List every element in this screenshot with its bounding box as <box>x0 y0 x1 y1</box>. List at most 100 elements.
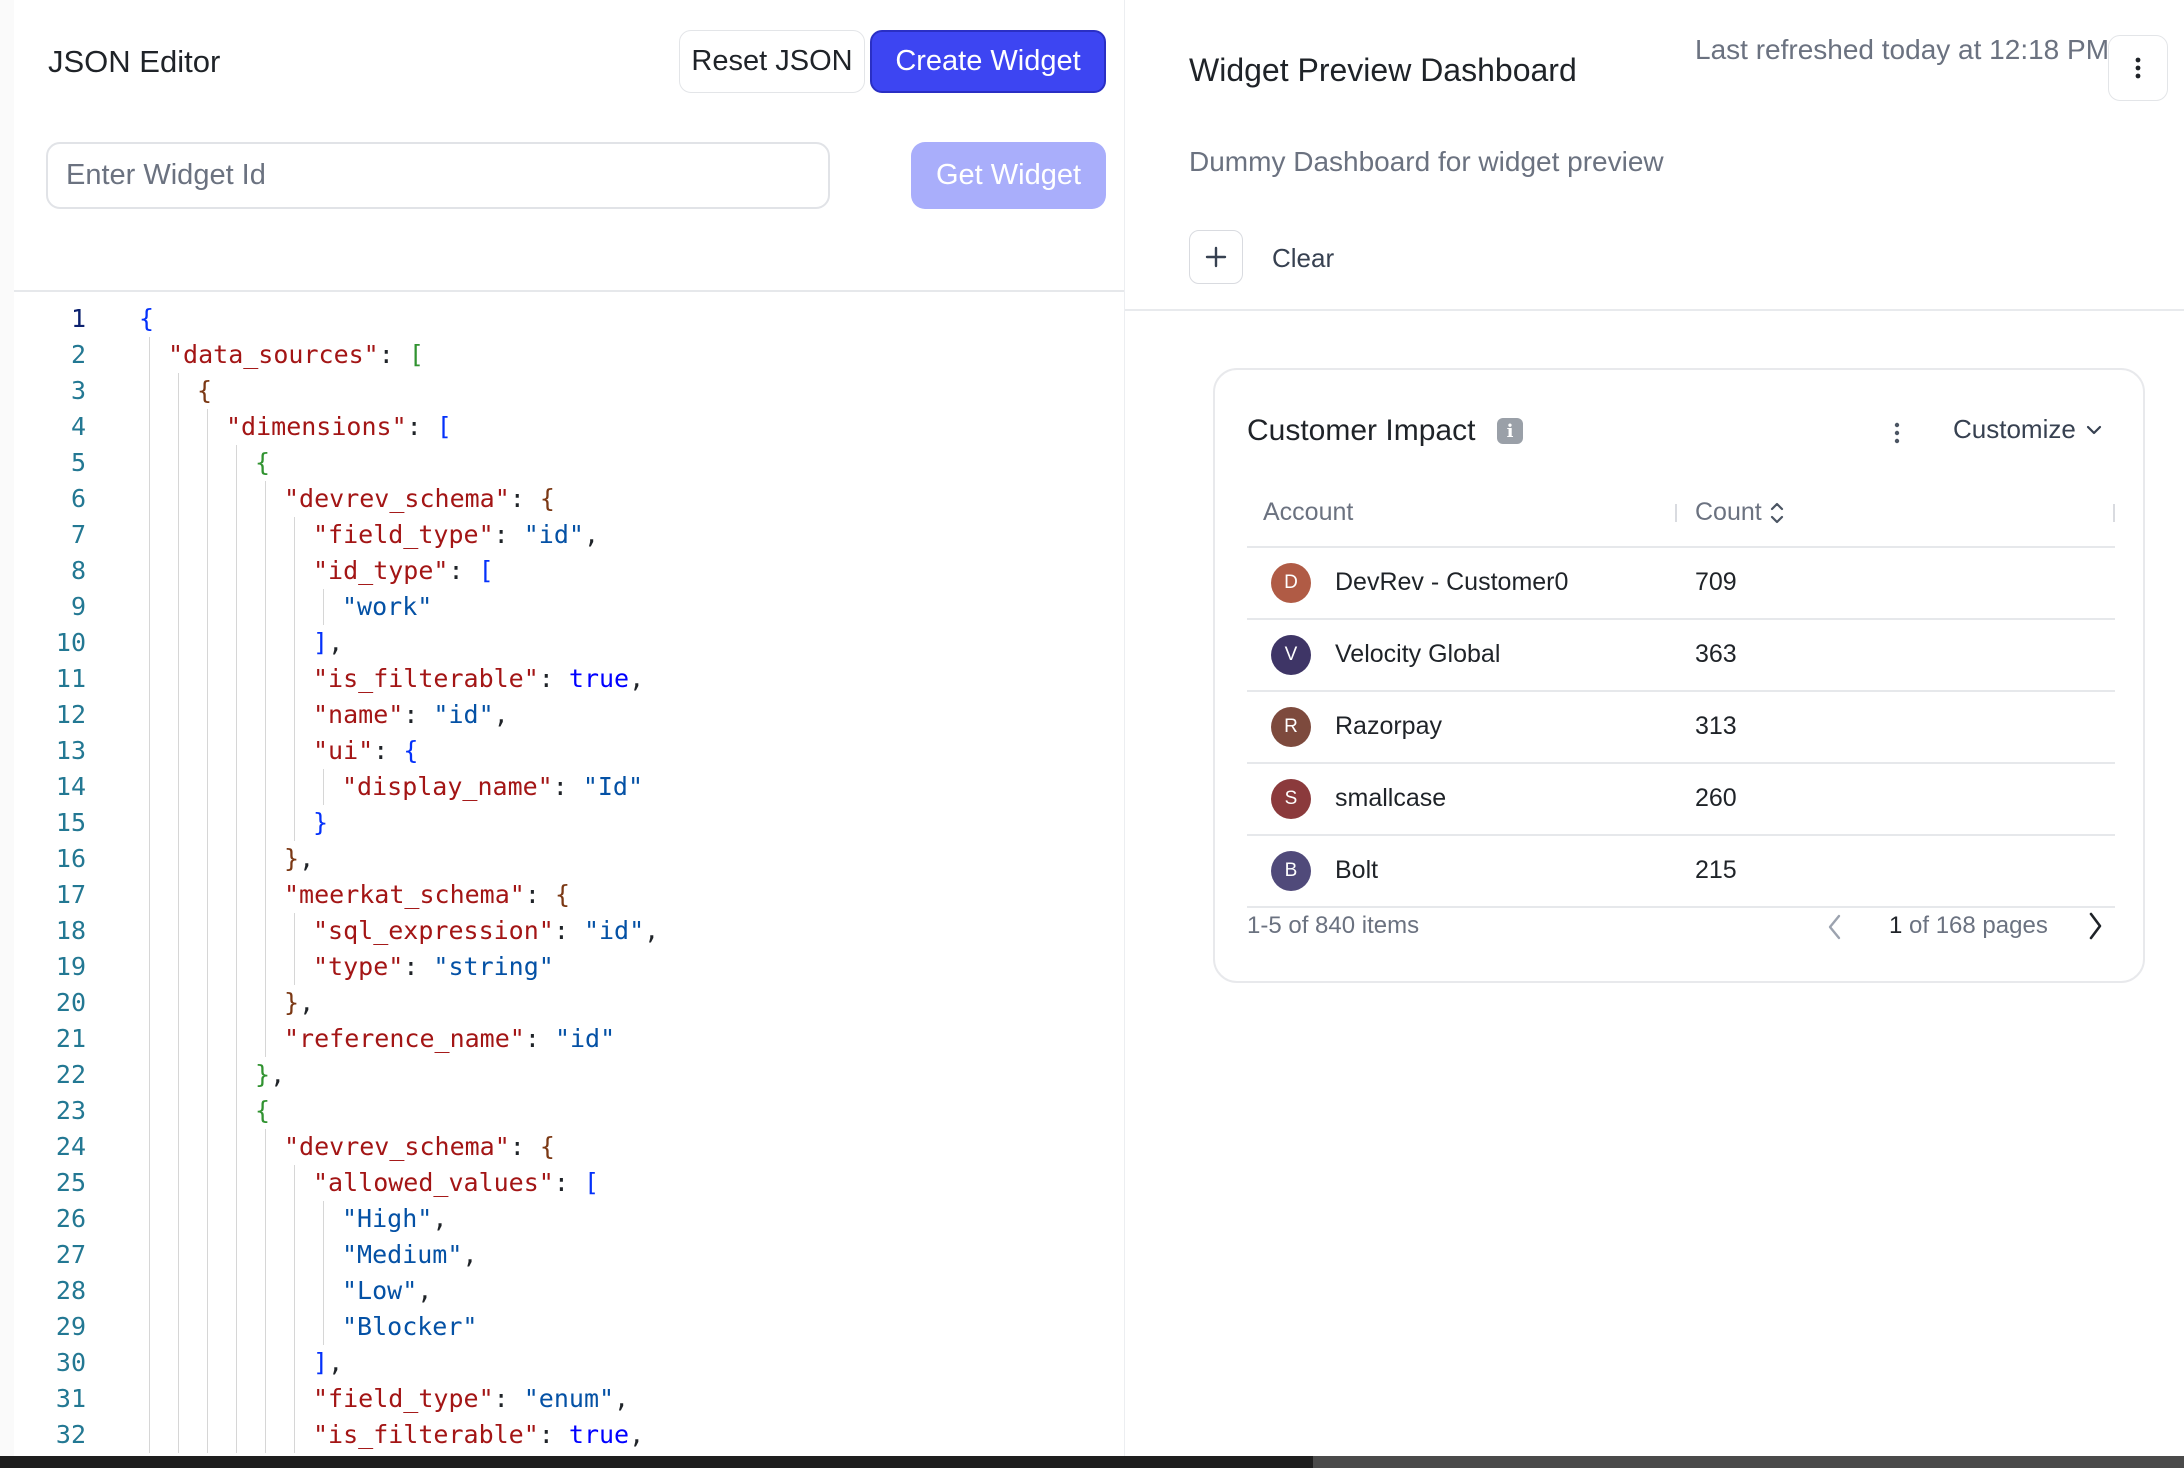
column-header-count[interactable]: Count <box>1695 480 1762 544</box>
code-line[interactable]: 6 "devrev_schema": { <box>14 481 1124 517</box>
code-line[interactable]: 20}, <box>14 985 1124 1021</box>
table-row[interactable]: R Razorpay 313 <box>1247 690 2115 764</box>
indent-guide <box>178 445 179 481</box>
code-line[interactable]: 30], <box>14 1345 1124 1381</box>
code-text: "High", <box>342 1201 447 1237</box>
code-token: [ <box>583 1168 599 1197</box>
indent-guide <box>207 1417 208 1453</box>
code-line[interactable]: 12 "name": "id", <box>14 697 1124 733</box>
indent-guide <box>236 697 237 733</box>
line-number: 2 <box>70 340 86 369</box>
line-number: 31 <box>55 1384 86 1413</box>
code-text: "is_filterable": true, <box>313 1417 644 1453</box>
table-row[interactable]: V Velocity Global 363 <box>1247 618 2115 692</box>
code-token: } <box>313 808 329 837</box>
code-line[interactable]: 17 "meerkat_schema": { <box>14 877 1124 913</box>
table-header: Account Count <box>1247 480 2115 548</box>
customize-dropdown[interactable]: Customize <box>1953 414 2102 445</box>
reset-json-button[interactable]: Reset JSON <box>679 30 865 93</box>
indent-guide <box>236 841 237 877</box>
pagination-text: 1 of 168 pages <box>1889 912 2048 940</box>
table-row[interactable]: B Bolt 215 <box>1247 834 2115 908</box>
code-text: "meerkat_schema": { <box>284 877 570 913</box>
code-line[interactable]: 3{ <box>14 373 1124 409</box>
widget-id-input[interactable] <box>46 142 830 209</box>
sort-icon[interactable] <box>1769 500 1785 526</box>
indent-guide <box>265 985 266 1021</box>
indent-guide <box>178 625 179 661</box>
code-token: : <box>403 952 434 981</box>
bottom-bar-segment <box>1313 1456 2184 1468</box>
add-widget-button[interactable] <box>1189 230 1243 284</box>
widget-menu-button[interactable] <box>1887 418 1907 448</box>
indent-guide <box>207 661 208 697</box>
code-line[interactable]: 14 "display_name": "Id" <box>14 769 1124 805</box>
indent-guide <box>294 769 295 805</box>
plus-icon <box>1205 246 1227 268</box>
table-row[interactable]: Ssmallcase 260 <box>1247 762 2115 836</box>
avatar: R <box>1271 707 1311 747</box>
column-resize-handle[interactable] <box>1675 504 1677 522</box>
line-number: 22 <box>55 1060 86 1089</box>
dashboard-menu-button[interactable] <box>2108 35 2168 101</box>
column-resize-handle[interactable] <box>2113 504 2115 522</box>
get-widget-button[interactable]: Get Widget <box>911 142 1106 209</box>
indent-guide <box>149 697 150 733</box>
indent-guide <box>149 337 150 373</box>
code-line[interactable]: 13 "ui": { <box>14 733 1124 769</box>
code-line[interactable]: 18 "sql_expression": "id", <box>14 913 1124 949</box>
line-number: 6 <box>70 484 86 513</box>
create-widget-button[interactable]: Create Widget <box>870 30 1106 93</box>
code-line[interactable]: 1{ <box>14 301 1124 337</box>
code-line[interactable]: 31 "field_type": "enum", <box>14 1381 1124 1417</box>
chevron-left-icon[interactable] <box>1825 912 1845 942</box>
code-line[interactable]: 23 { <box>14 1093 1124 1129</box>
code-line[interactable]: 27 "Medium", <box>14 1237 1124 1273</box>
code-line[interactable]: 2 "data_sources": [ <box>14 337 1124 373</box>
line-number: 18 <box>55 916 86 945</box>
indent-guide <box>265 553 266 589</box>
column-header-account[interactable]: Account <box>1263 480 1353 544</box>
code-token: , <box>270 1060 286 1089</box>
code-line[interactable]: 16}, <box>14 841 1124 877</box>
code-line[interactable]: 9 "work" <box>14 589 1124 625</box>
code-token: "name" <box>313 700 404 729</box>
code-line[interactable]: 5{ <box>14 445 1124 481</box>
line-number: 16 <box>55 844 86 873</box>
code-line[interactable]: 8 "id_type": [ <box>14 553 1124 589</box>
code-line[interactable]: 10], <box>14 625 1124 661</box>
code-line[interactable]: 7 "field_type": "id", <box>14 517 1124 553</box>
code-token: : <box>509 484 540 513</box>
code-line[interactable]: 26 "High", <box>14 1201 1124 1237</box>
clear-button[interactable]: Clear <box>1272 243 1334 274</box>
code-line[interactable]: 19 "type": "string" <box>14 949 1124 985</box>
code-line[interactable]: 24 "devrev_schema": { <box>14 1129 1124 1165</box>
indent-guide <box>265 697 266 733</box>
indent-guide <box>236 733 237 769</box>
indent-guide <box>178 1201 179 1237</box>
chevron-right-icon[interactable] <box>2085 910 2105 942</box>
code-line[interactable]: 21 "reference_name": "id" <box>14 1021 1124 1057</box>
code-line[interactable]: 15} <box>14 805 1124 841</box>
indent-guide <box>265 481 266 517</box>
code-line[interactable]: 28 "Low", <box>14 1273 1124 1309</box>
code-line[interactable]: 29 "Blocker" <box>14 1309 1124 1345</box>
code-line[interactable]: 11 "is_filterable": true, <box>14 661 1124 697</box>
code-line[interactable]: 25 "allowed_values": [ <box>14 1165 1124 1201</box>
code-line[interactable]: 22}, <box>14 1057 1124 1093</box>
line-number: 23 <box>55 1096 86 1125</box>
code-line[interactable]: 32 "is_filterable": true, <box>14 1417 1124 1453</box>
code-token: : <box>553 1168 584 1197</box>
code-line[interactable]: 4 "dimensions": [ <box>14 409 1124 445</box>
indent-guide <box>207 1093 208 1129</box>
indent-guide <box>265 1309 266 1345</box>
code-token: "High" <box>342 1204 433 1233</box>
indent-guide <box>149 1345 150 1381</box>
editor-title: JSON Editor <box>48 44 221 79</box>
indent-guide <box>294 1417 295 1453</box>
table-row[interactable]: D DevRev - Customer0 709 <box>1247 546 2115 620</box>
code-editor[interactable]: 1{2 "data_sources": [3{4 "dimensions": [5{… <box>14 292 1124 1456</box>
info-icon[interactable]: i <box>1497 418 1523 444</box>
code-token: { <box>539 1132 555 1161</box>
code-token: "field_type" <box>313 520 494 549</box>
